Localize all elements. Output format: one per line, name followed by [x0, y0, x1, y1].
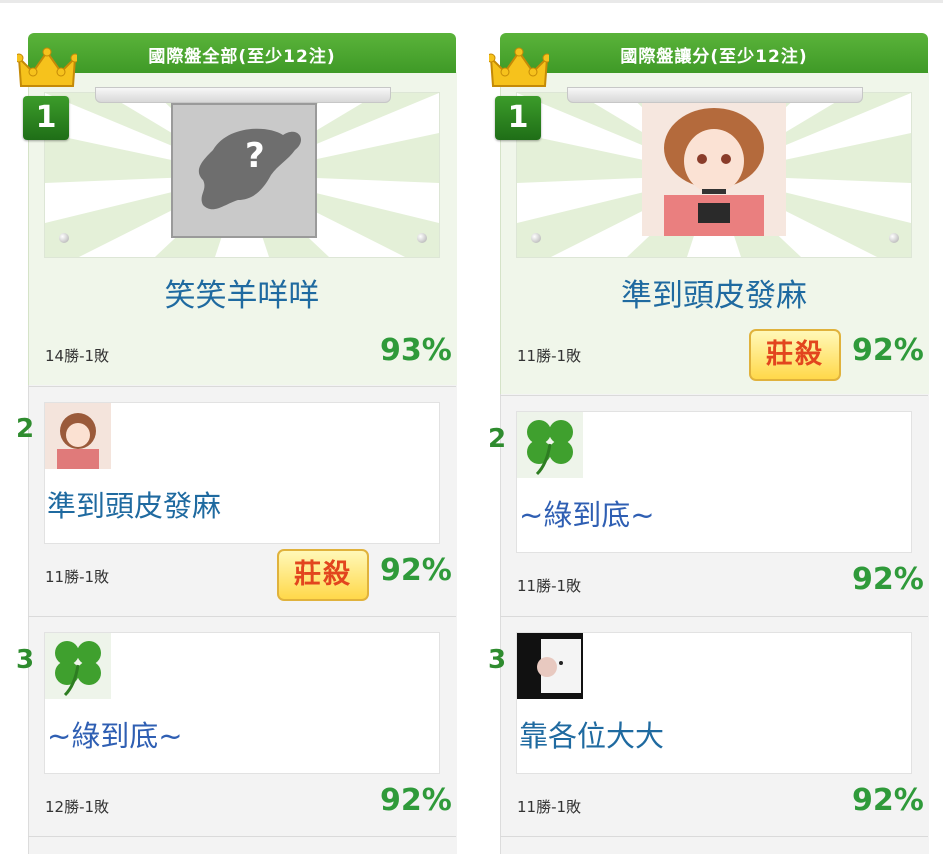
divider — [28, 616, 456, 617]
rank3-percentage: 92% — [380, 783, 452, 818]
frame-top-bar — [95, 87, 391, 103]
question-silhouette-icon[interactable]: ? — [171, 103, 317, 238]
leaderboard-header: 國際盤讓分(至少12注) — [500, 33, 928, 73]
leaderboard-spread: 國際盤讓分(至少12注) 1 準到頭皮發麻 11勝-1敗 莊殺 92% 2 ~綠… — [472, 0, 929, 854]
rank3-name[interactable]: 靠各位大大 — [519, 713, 664, 755]
svg-text:?: ? — [245, 136, 265, 176]
rank1-name[interactable]: 笑笑羊咩咩 — [28, 270, 456, 315]
anime-avatar-icon — [45, 403, 111, 469]
rank-badge: 1 — [23, 96, 69, 140]
rank2-name[interactable]: 準到頭皮發麻 — [47, 483, 221, 525]
divider — [28, 386, 456, 387]
rank1-record: 14勝-1敗 — [45, 347, 110, 365]
anime-avatar-icon[interactable] — [642, 103, 786, 236]
leaderboard-title: 國際盤全部(至少12注) — [148, 47, 336, 67]
rank2-record: 11勝-1敗 — [517, 577, 582, 595]
rank3-percentage: 92% — [852, 783, 924, 818]
frame-stud — [417, 233, 427, 243]
divider — [28, 836, 456, 837]
rank3-name[interactable]: ~綠到底~ — [47, 713, 183, 755]
rank2-percentage: 92% — [380, 553, 452, 588]
portrait-avatar-icon — [517, 633, 583, 699]
divider — [500, 395, 928, 396]
divider — [500, 616, 928, 617]
rank-number: 3 — [488, 645, 507, 675]
rank-number: 3 — [16, 645, 35, 675]
rank3-card[interactable]: ~綠到底~ — [44, 632, 440, 774]
rank1-name[interactable]: 準到頭皮發麻 — [500, 270, 928, 315]
crown-icon — [489, 47, 549, 87]
rank-badge: 1 — [495, 96, 541, 140]
kill-badge: 莊殺 — [749, 329, 841, 381]
clover-icon — [517, 412, 583, 478]
leaderboard-all: 國際盤全部(至少12注) 1 ? 笑笑羊咩咩 14勝-1敗 93% 2 準到頭皮… — [0, 0, 457, 854]
frame-stud — [531, 233, 541, 243]
rank-number: 2 — [16, 414, 35, 444]
rank3-record: 11勝-1敗 — [517, 798, 582, 816]
rank2-card[interactable]: 準到頭皮發麻 — [44, 402, 440, 544]
rank2-name[interactable]: ~綠到底~ — [519, 492, 655, 534]
frame-stud — [59, 233, 69, 243]
leaderboard-title: 國際盤讓分(至少12注) — [620, 47, 808, 67]
rank1-percentage: 92% — [852, 333, 924, 368]
rank3-record: 12勝-1敗 — [45, 798, 110, 816]
divider — [500, 836, 928, 837]
rank2-card[interactable]: ~綠到底~ — [516, 411, 912, 553]
clover-icon — [45, 633, 111, 699]
rank2-percentage: 92% — [852, 562, 924, 597]
rank1-record: 11勝-1敗 — [517, 347, 582, 365]
frame-top-bar — [567, 87, 863, 103]
frame-stud — [889, 233, 899, 243]
rank3-card[interactable]: 靠各位大大 — [516, 632, 912, 774]
kill-badge: 莊殺 — [277, 549, 369, 601]
rank1-percentage: 93% — [380, 333, 452, 368]
leaderboard-header: 國際盤全部(至少12注) — [28, 33, 456, 73]
crown-icon — [17, 47, 77, 87]
rank2-record: 11勝-1敗 — [45, 568, 110, 586]
rank-number: 2 — [488, 424, 507, 454]
